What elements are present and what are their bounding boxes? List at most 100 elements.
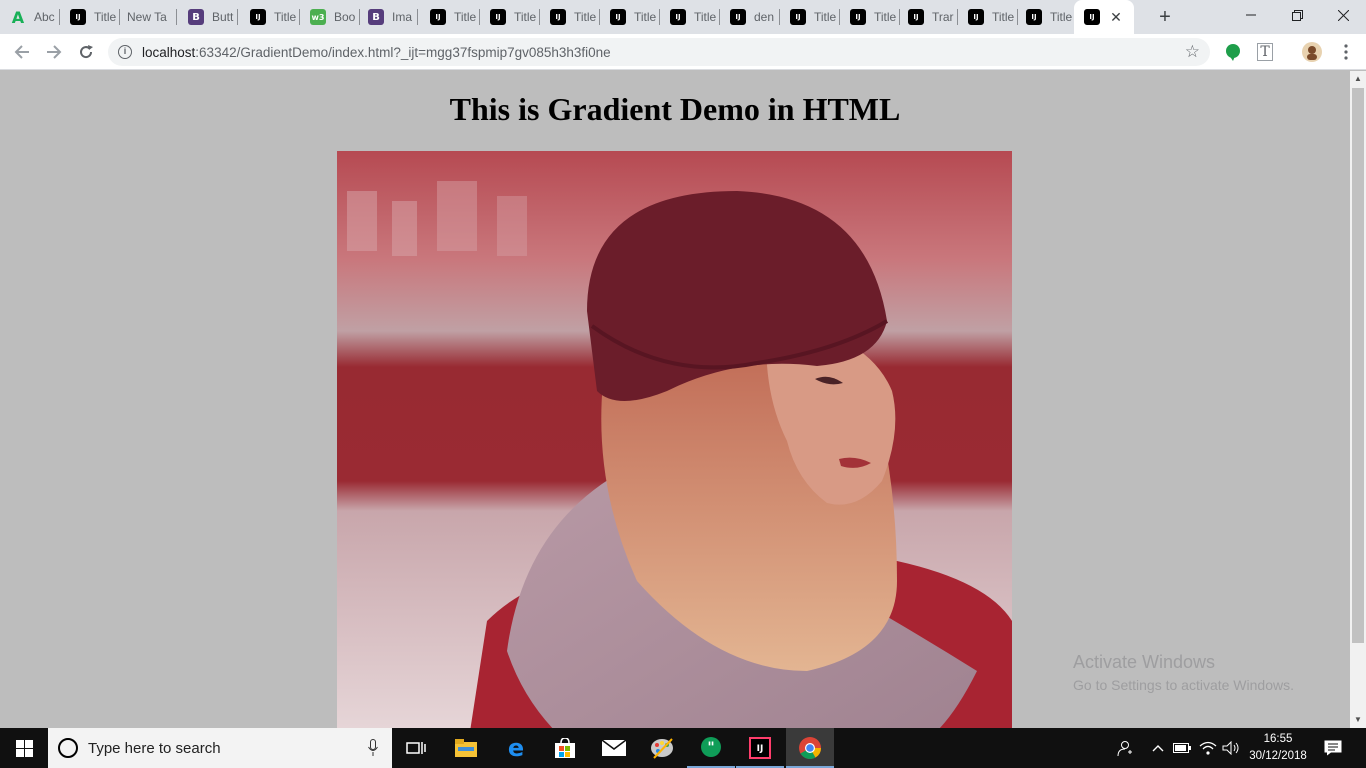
tab-title: Butt: [212, 10, 234, 24]
bootstrap-icon: B: [188, 9, 204, 25]
chrome-button[interactable]: [786, 728, 834, 768]
tab-11[interactable]: IJ Title: [660, 0, 720, 34]
tab-title: New Tab: [127, 10, 167, 24]
scroll-down-arrow-icon[interactable]: ▼: [1350, 712, 1366, 728]
new-tab-button[interactable]: +: [1152, 4, 1178, 30]
intellij-icon: IJ: [749, 737, 771, 759]
file-explorer-button[interactable]: [442, 728, 490, 768]
url-text[interactable]: localhost:63342/GradientDemo/index.html?…: [142, 45, 611, 60]
minimize-button[interactable]: [1228, 0, 1274, 30]
taskbar-search-box[interactable]: Type here to search: [48, 728, 392, 768]
tab-15[interactable]: IJ Trar: [898, 0, 958, 34]
tab-title: Title: [992, 10, 1015, 24]
clock-date: 30/12/2018: [1249, 750, 1307, 762]
windows-logo-icon: [15, 739, 33, 757]
restore-button[interactable]: [1274, 0, 1320, 30]
microphone-icon[interactable]: [368, 739, 378, 757]
tab-3[interactable]: B Butt: [178, 0, 238, 34]
page-title: This is Gradient Demo in HTML: [449, 91, 901, 127]
windows-taskbar: Type here to search e " IJ 16:55 30/12/2…: [0, 728, 1366, 768]
task-view-button[interactable]: [392, 728, 440, 768]
photo-icon: [337, 151, 1012, 728]
people-icon[interactable]: [1112, 728, 1136, 768]
cortana-icon: [58, 738, 78, 758]
intellij-icon: IJ: [850, 9, 866, 25]
tab-8[interactable]: IJ Title: [480, 0, 540, 34]
close-tab-icon[interactable]: ✕: [1108, 9, 1124, 25]
hangouts-button[interactable]: ": [687, 728, 735, 768]
extension-t-icon[interactable]: T: [1255, 42, 1275, 62]
tab-17[interactable]: IJ Title: [1016, 0, 1076, 34]
watermark-title: Activate Windows: [1073, 652, 1216, 672]
intellij-button[interactable]: IJ: [736, 728, 784, 768]
intellij-icon: IJ: [70, 9, 86, 25]
page-viewport: This is Gradient Demo in HTML Activate W…: [0, 71, 1350, 728]
tab-title: Title: [694, 10, 717, 24]
extension-green-icon[interactable]: [1223, 42, 1243, 62]
site-info-icon[interactable]: i: [118, 45, 132, 59]
tab-2[interactable]: New Tab: [117, 0, 177, 34]
volume-icon[interactable]: [1220, 728, 1242, 768]
tab-title: Title: [634, 10, 657, 24]
scroll-up-arrow-icon[interactable]: ▲: [1350, 71, 1366, 87]
tab-13[interactable]: IJ Title: [780, 0, 840, 34]
start-button[interactable]: [0, 728, 48, 768]
tab-16[interactable]: IJ Title: [958, 0, 1018, 34]
reload-icon: [80, 45, 93, 59]
minimize-icon: [1246, 14, 1256, 16]
hangouts-icon: ": [701, 737, 721, 757]
tab-4[interactable]: IJ Title: [240, 0, 300, 34]
intellij-icon: IJ: [968, 9, 984, 25]
tab-title: den: [754, 10, 775, 24]
tab-strip: A Abc IJ Title New Tab B Butt IJ Title w3 Boo B Ima I…: [0, 0, 1366, 34]
tab-7[interactable]: IJ Title: [420, 0, 480, 34]
chrome-icon: [799, 737, 821, 759]
vertical-scrollbar[interactable]: ▲ ▼: [1350, 71, 1366, 728]
tab-title: Abc: [34, 10, 55, 24]
intellij-icon: IJ: [790, 9, 806, 25]
tab-18[interactable]: IJ ✕: [1074, 0, 1134, 34]
forward-button[interactable]: [42, 40, 66, 64]
forward-arrow-icon: [47, 45, 62, 59]
menu-dots-icon[interactable]: [1336, 42, 1356, 62]
action-center-button[interactable]: [1318, 728, 1348, 768]
mail-button[interactable]: [590, 728, 638, 768]
restore-icon: [1291, 9, 1303, 21]
wifi-icon[interactable]: [1198, 728, 1218, 768]
show-hidden-icons-chevron-icon[interactable]: [1148, 728, 1168, 768]
reload-button[interactable]: [74, 40, 98, 64]
mail-icon: [602, 740, 626, 756]
tab-0[interactable]: A Abc: [0, 0, 60, 34]
intellij-icon: IJ: [490, 9, 506, 25]
bootstrap-icon: B: [368, 9, 384, 25]
store-button[interactable]: [541, 728, 589, 768]
scrollbar-thumb[interactable]: [1352, 88, 1364, 643]
svg-text:": ": [707, 740, 714, 756]
tab-12[interactable]: IJ den: [720, 0, 780, 34]
tab-title: Ima: [392, 10, 413, 24]
edge-button[interactable]: e: [492, 728, 540, 768]
paint-button[interactable]: [638, 728, 686, 768]
tab-title: Title: [94, 10, 117, 24]
back-button[interactable]: [10, 40, 34, 64]
close-icon: [1337, 9, 1349, 21]
tab-5[interactable]: w3 Boo: [300, 0, 360, 34]
tab-14[interactable]: IJ Title: [840, 0, 900, 34]
tab-10[interactable]: IJ Title: [600, 0, 660, 34]
tab-1[interactable]: IJ Title: [60, 0, 120, 34]
tab-6[interactable]: B Ima: [358, 0, 418, 34]
battery-icon[interactable]: [1172, 728, 1192, 768]
bookmark-star-icon[interactable]: ☆: [1185, 42, 1200, 62]
address-bar[interactable]: i localhost:63342/GradientDemo/index.htm…: [108, 38, 1210, 66]
close-window-button[interactable]: [1320, 0, 1366, 30]
intellij-icon: IJ: [250, 9, 266, 25]
system-clock[interactable]: 16:55 30/12/2018: [1244, 731, 1312, 765]
tab-9[interactable]: IJ Title: [540, 0, 600, 34]
intellij-icon: IJ: [610, 9, 626, 25]
tab-title: Title: [514, 10, 537, 24]
edge-icon: e: [507, 734, 525, 762]
intellij-icon: IJ: [908, 9, 924, 25]
intellij-icon: IJ: [550, 9, 566, 25]
task-view-icon: [406, 742, 426, 754]
profile-avatar[interactable]: [1302, 42, 1322, 62]
